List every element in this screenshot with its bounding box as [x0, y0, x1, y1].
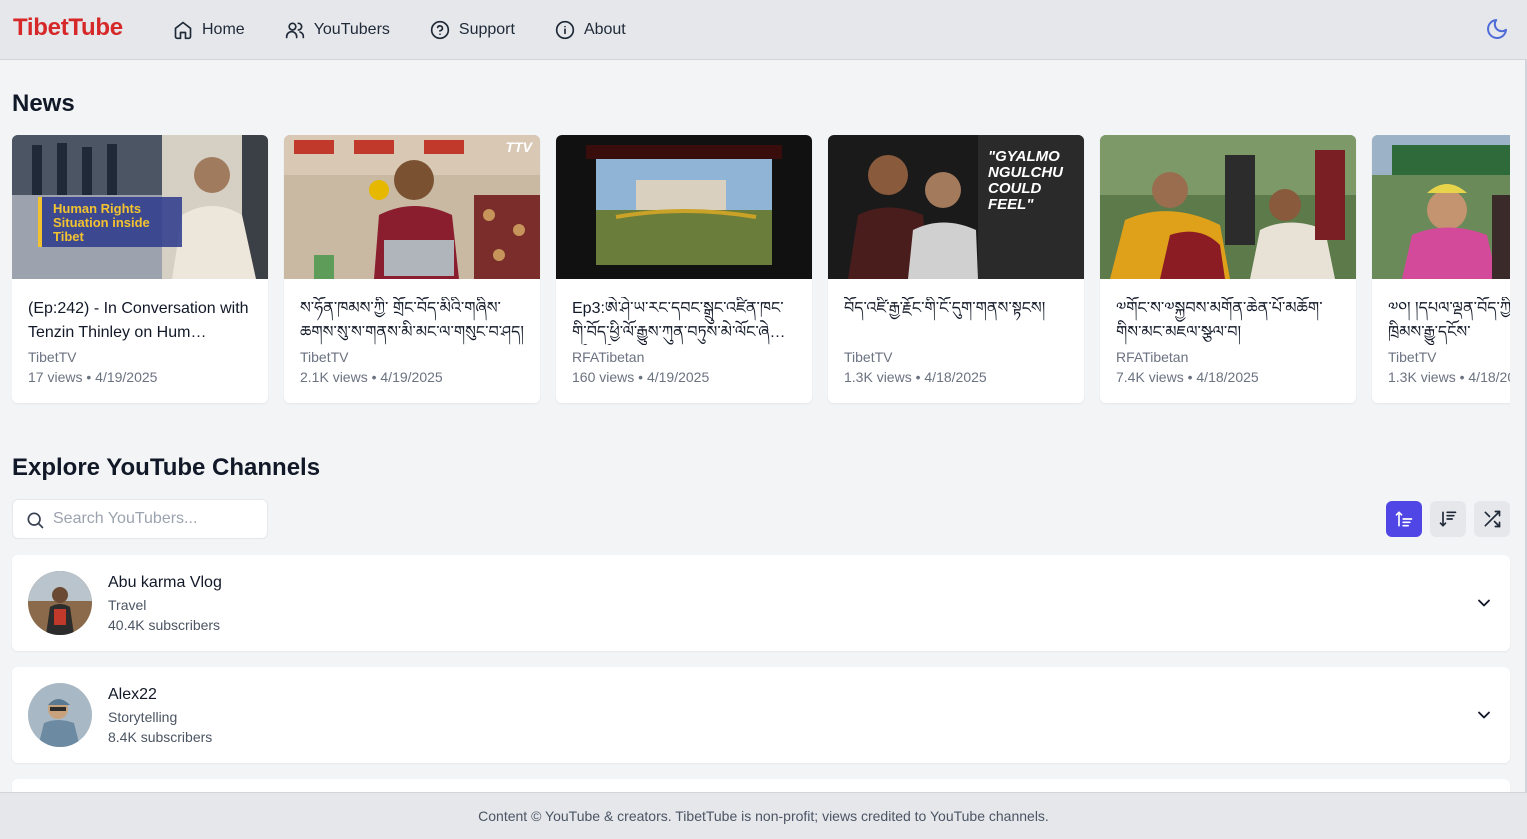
video-meta: 7.4K views • 4/18/2025	[1116, 369, 1259, 385]
channel-category: Storytelling	[108, 709, 178, 725]
video-thumbnail[interactable]: TTV	[284, 135, 540, 279]
video-views: 1.3K views	[1388, 369, 1456, 385]
channel-subscribers: 8.4K subscribers	[108, 729, 213, 745]
news-card[interactable]: "GYALMO NGULCHU COULD FEEL" བོད་འཛི་རྒྱ་…	[828, 135, 1084, 403]
chevron-down-icon[interactable]	[1474, 705, 1494, 725]
video-date: 4/18/2025	[924, 369, 987, 385]
thumbnail-caption: TTV	[505, 139, 532, 155]
shuffle-icon	[1484, 510, 1501, 528]
video-meta: 2.1K views • 4/19/2025	[300, 369, 443, 385]
nav-about-label: About	[583, 21, 626, 38]
sort-ascending-icon	[1395, 511, 1413, 527]
thumbnail-caption: "GYALMO NGULCHU COULD FEEL"	[988, 148, 1063, 213]
search-box[interactable]	[12, 499, 268, 539]
video-meta: 1.3K views • 4/18/2025	[844, 369, 987, 385]
search-icon	[27, 512, 44, 529]
news-card[interactable]: TTV ས་ཧོན་ཁམས་ཀྱི་ གྲོང་བོད་མིའི་གཞིས་ཆག…	[284, 135, 540, 403]
top-header: TibetTube Home YouTubers Support About	[0, 0, 1527, 60]
help-circle-icon	[430, 20, 450, 40]
channel-name: Abu karma Vlog	[108, 574, 222, 591]
video-date: 4/19/2025	[95, 369, 158, 385]
thumbnail-caption: Human Rights Situation inside Tibet	[53, 201, 150, 244]
video-thumbnail[interactable]: "GYALMO NGULCHU COULD FEEL"	[828, 135, 1084, 279]
channel-row[interactable]: Alex22 Storytelling 8.4K subscribers	[12, 667, 1510, 763]
news-card[interactable]: Human Rights Situation inside Tibet (Ep:…	[12, 135, 268, 403]
video-views: 1.3K views	[844, 369, 912, 385]
video-title[interactable]: ༧༠། །དཔལ་ལྡན་བོད་ཀྱི་སྔོན་གྱི་བཅའ་ཁྲིམས་…	[1388, 297, 1510, 345]
nav-home[interactable]: Home	[173, 20, 245, 40]
video-title[interactable]: བོད་འཛི་རྒྱ་རྗོང་གི་ངོ་དུག་གནས་སྟངས།	[844, 297, 1068, 345]
info-icon	[555, 20, 575, 40]
video-date: 4/18/2025	[1468, 369, 1510, 385]
sort-controls	[1386, 501, 1510, 537]
avatar	[28, 571, 92, 635]
footer-text: Content © YouTube & creators. TibetTube …	[478, 808, 1049, 824]
video-channel: TibetTV	[28, 349, 77, 365]
search-input[interactable]	[53, 510, 253, 528]
channel-category: Travel	[108, 597, 147, 613]
video-meta: 17 views • 4/19/2025	[28, 369, 158, 385]
shuffle-button[interactable]	[1474, 501, 1510, 537]
users-icon	[285, 22, 304, 39]
home-icon	[174, 21, 192, 40]
news-card[interactable]: ༧གོང་ས་༧སྐྱབས་མགོན་ཆེན་པོ་མཆོག་གིས་མང་མཇ…	[1100, 135, 1356, 403]
nav-support[interactable]: Support	[430, 20, 515, 40]
video-views: 160 views	[572, 369, 635, 385]
video-title[interactable]: Ep3:ཨེ་ཤེ་ཡ་རང་དབང་སྒྲུང་འཛིན་ཁང་གི་བོད་…	[572, 297, 796, 345]
avatar	[28, 683, 92, 747]
nav-youtubers-label: YouTubers	[313, 21, 390, 38]
video-title[interactable]: ས་ཧོན་ཁམས་ཀྱི་ གྲོང་བོད་མིའི་གཞིས་ཆགས་སུ…	[300, 297, 524, 345]
main-nav: Home YouTubers Support About	[173, 0, 666, 60]
sort-descending-icon	[1439, 511, 1457, 527]
video-meta: 1.3K views • 4/18/2025	[1388, 367, 1510, 387]
video-channel: RFATibetan	[1116, 349, 1189, 365]
sort-ascending-button[interactable]	[1386, 501, 1422, 537]
video-channel: TibetTV	[1388, 349, 1437, 365]
news-carousel[interactable]: Human Rights Situation inside Tibet (Ep:…	[12, 135, 1510, 405]
video-channel: TibetTV	[844, 349, 893, 365]
video-date: 4/19/2025	[646, 369, 710, 385]
nav-home-label: Home	[202, 21, 245, 38]
channel-subscribers: 40.4K subscribers	[108, 617, 221, 633]
video-title[interactable]: ༧གོང་ས་༧སྐྱབས་མགོན་ཆེན་པོ་མཆོག་གིས་མང་མཇ…	[1116, 297, 1340, 345]
nav-youtubers[interactable]: YouTubers	[285, 20, 390, 40]
video-views: 2.1K views	[300, 369, 368, 385]
nav-about[interactable]: About	[555, 20, 626, 40]
video-date: 4/18/2025	[1196, 369, 1259, 385]
video-thumbnail[interactable]	[1372, 135, 1510, 279]
channel-row[interactable]: Abu karma Vlog Travel 40.4K subscribers	[12, 555, 1510, 651]
video-channel: TibetTV	[300, 349, 349, 365]
nav-support-label: Support	[458, 21, 515, 38]
video-thumbnail[interactable]	[556, 135, 812, 279]
video-title[interactable]: (Ep:242) - In Conversation with Tenzin T…	[28, 297, 252, 345]
video-thumbnail[interactable]: Human Rights Situation inside Tibet	[12, 135, 268, 279]
explore-heading: Explore YouTube Channels	[12, 454, 321, 481]
video-thumbnail[interactable]	[1100, 135, 1356, 279]
video-date: 4/19/2025	[380, 369, 443, 385]
logo[interactable]: TibetTube	[13, 14, 123, 42]
video-views: 7.4K views	[1116, 369, 1184, 385]
channel-name: Alex22	[108, 686, 157, 703]
video-views: 17 views	[28, 369, 83, 385]
sort-descending-button[interactable]	[1430, 501, 1466, 537]
video-channel: RFATibetan	[572, 349, 645, 365]
video-meta: 160 views • 4/19/2025	[572, 369, 710, 385]
news-card[interactable]: ༧༠། །དཔལ་ལྡན་བོད་ཀྱི་སྔོན་གྱི་བཅའ་ཁྲིམས་…	[1372, 135, 1510, 403]
news-card[interactable]: Ep3:ཨེ་ཤེ་ཡ་རང་དབང་སྒྲུང་འཛིན་ཁང་གི་བོད་…	[556, 135, 812, 403]
moon-icon[interactable]	[1485, 17, 1509, 41]
chevron-down-icon[interactable]	[1474, 593, 1494, 613]
news-heading: News	[12, 90, 75, 117]
footer: Content © YouTube & creators. TibetTube …	[0, 792, 1527, 839]
